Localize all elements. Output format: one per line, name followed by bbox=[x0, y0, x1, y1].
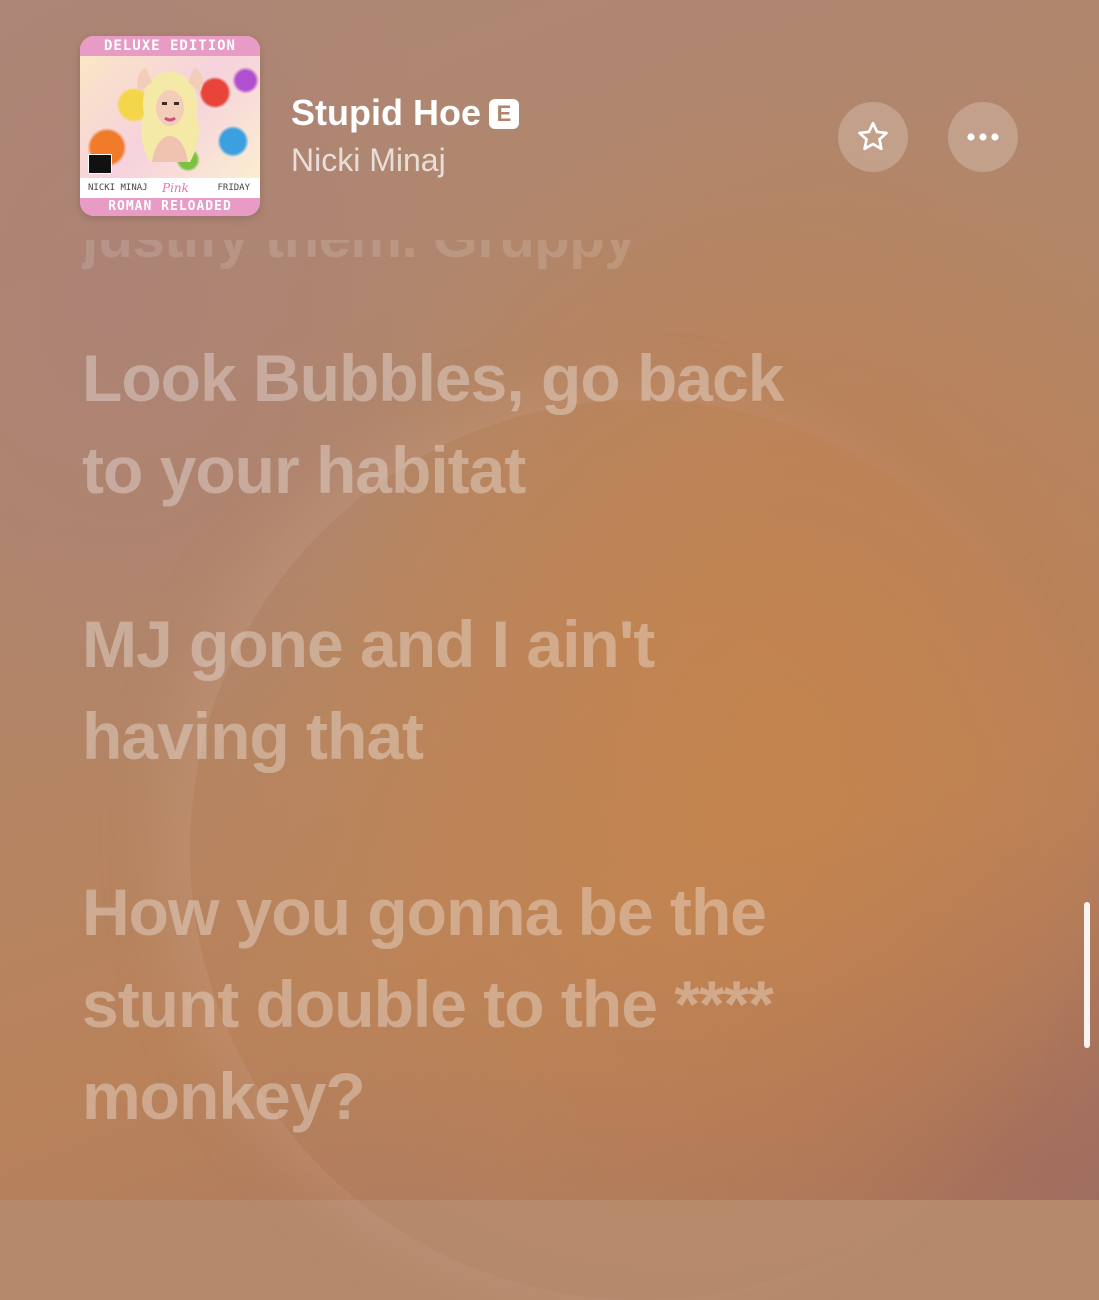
album-art-bottom-text: ROMAN RELOADED bbox=[80, 198, 260, 216]
lyric-line-text: Look Bubbles, go back bbox=[82, 341, 784, 415]
lyric-line-partial[interactable]: justify them. Gruppy bbox=[82, 240, 636, 271]
parental-advisory-label bbox=[88, 154, 112, 174]
album-art-center-text: Pink bbox=[162, 181, 189, 195]
ellipsis-icon bbox=[967, 133, 999, 141]
explicit-badge: E bbox=[488, 99, 519, 129]
more-options-button[interactable] bbox=[948, 102, 1018, 172]
album-art-left-text: NICKI MINAJ bbox=[88, 183, 148, 193]
favorite-button[interactable] bbox=[838, 102, 908, 172]
song-title: Stupid Hoe bbox=[291, 92, 481, 133]
lyrics-view[interactable]: justify them. Gruppy Look Bubbles, go ba… bbox=[82, 240, 1042, 1200]
lyric-line[interactable]: MJ gone and I ain't having that bbox=[82, 598, 655, 782]
album-art-top-text: DELUXE EDITION bbox=[80, 36, 260, 56]
lyric-line-text: having that bbox=[82, 699, 424, 773]
album-art[interactable]: DELUXE EDITION NICKI MINAJ Pink FRIDAY R… bbox=[80, 36, 260, 216]
lyric-line[interactable]: How you gonna be the stunt double to the… bbox=[82, 866, 774, 1142]
lyric-line-text: MJ gone and I ain't bbox=[82, 607, 655, 681]
lyric-line[interactable]: Look Bubbles, go back to your habitat bbox=[82, 332, 784, 516]
star-icon bbox=[858, 121, 888, 151]
lyric-line-text: stunt double to the **** bbox=[82, 967, 774, 1041]
album-art-right-text: FRIDAY bbox=[217, 183, 250, 193]
lyric-line-text: monkey? bbox=[82, 1059, 366, 1133]
now-playing-header: DELUXE EDITION NICKI MINAJ Pink FRIDAY R… bbox=[0, 0, 1099, 230]
song-title-row[interactable]: Stupid Hoe E bbox=[291, 92, 519, 134]
lyric-line-text: How you gonna be the bbox=[82, 875, 767, 949]
album-art-label: NICKI MINAJ Pink FRIDAY bbox=[80, 178, 260, 198]
artist-name[interactable]: Nicki Minaj bbox=[291, 142, 446, 179]
scrollbar[interactable] bbox=[1084, 902, 1090, 1048]
album-art-figure bbox=[137, 68, 203, 162]
lyric-line-text: to your habitat bbox=[82, 433, 526, 507]
